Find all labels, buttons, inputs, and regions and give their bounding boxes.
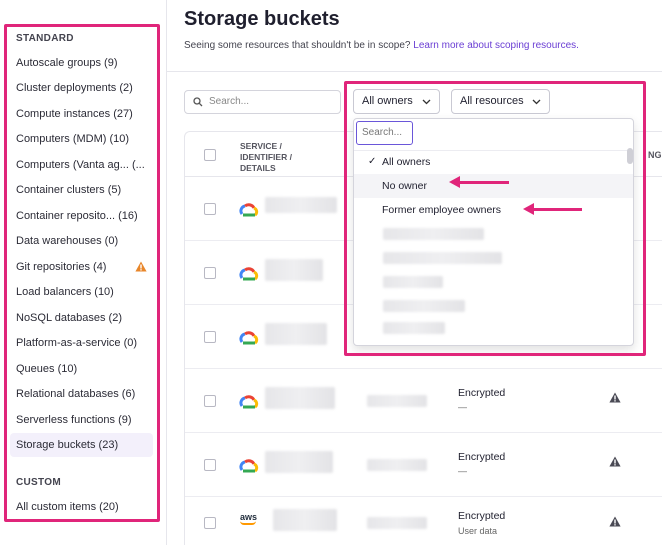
subtitle-text: Seeing some resources that shouldn't be … (184, 40, 411, 51)
encryption-status: Encrypted (458, 387, 506, 399)
row-checkbox[interactable] (204, 459, 216, 471)
table-row[interactable]: Encrypted — (185, 369, 662, 433)
highlight-frame-sidebar (4, 24, 160, 522)
alert-icon[interactable] (609, 456, 621, 467)
encryption-detail: — (458, 466, 467, 476)
aws-smile (240, 521, 256, 525)
highlight-frame-dropdown (344, 81, 646, 356)
encryption-detail: — (458, 402, 467, 412)
table-row[interactable]: aws Encrypted User data (185, 497, 662, 545)
column-header-partial: NG (648, 150, 662, 160)
google-cloud-icon (239, 267, 259, 281)
search-input[interactable]: Search... (184, 90, 341, 114)
redacted-value (367, 395, 427, 407)
redacted-identifier (265, 387, 335, 409)
alert-icon[interactable] (609, 392, 621, 403)
scoping-help-link[interactable]: Learn more about scoping resources. (413, 40, 579, 51)
google-cloud-icon (239, 331, 259, 345)
redacted-identifier (265, 259, 323, 281)
row-checkbox[interactable] (204, 331, 216, 343)
row-checkbox[interactable] (204, 267, 216, 279)
row-checkbox[interactable] (204, 517, 216, 529)
encryption-status: Encrypted (458, 510, 506, 522)
sidebar: STANDARD Autoscale groups (9) Cluster de… (0, 0, 167, 545)
search-placeholder: Search... (209, 96, 250, 107)
select-all-checkbox[interactable] (204, 149, 216, 161)
header-divider (167, 71, 662, 72)
page-subtitle: Seeing some resources that shouldn't be … (184, 40, 579, 51)
google-cloud-icon (239, 459, 259, 473)
google-cloud-icon (239, 395, 259, 409)
alert-icon[interactable] (609, 516, 621, 527)
encryption-detail: User data (458, 526, 498, 536)
row-checkbox[interactable] (204, 203, 216, 215)
redacted-value (367, 517, 427, 529)
table-row[interactable]: Encrypted — (185, 433, 662, 497)
redacted-value (367, 459, 427, 471)
google-cloud-icon (239, 203, 259, 217)
redacted-identifier (273, 509, 337, 531)
column-header-service: SERVICE / IDENTIFIER / DETAILS (240, 141, 292, 173)
row-checkbox[interactable] (204, 395, 216, 407)
search-icon (193, 97, 203, 107)
redacted-identifier (265, 451, 333, 473)
page-title: Storage buckets (184, 8, 340, 30)
redacted-identifier (265, 197, 337, 213)
encryption-status: Encrypted (458, 451, 506, 463)
redacted-identifier (265, 323, 327, 345)
